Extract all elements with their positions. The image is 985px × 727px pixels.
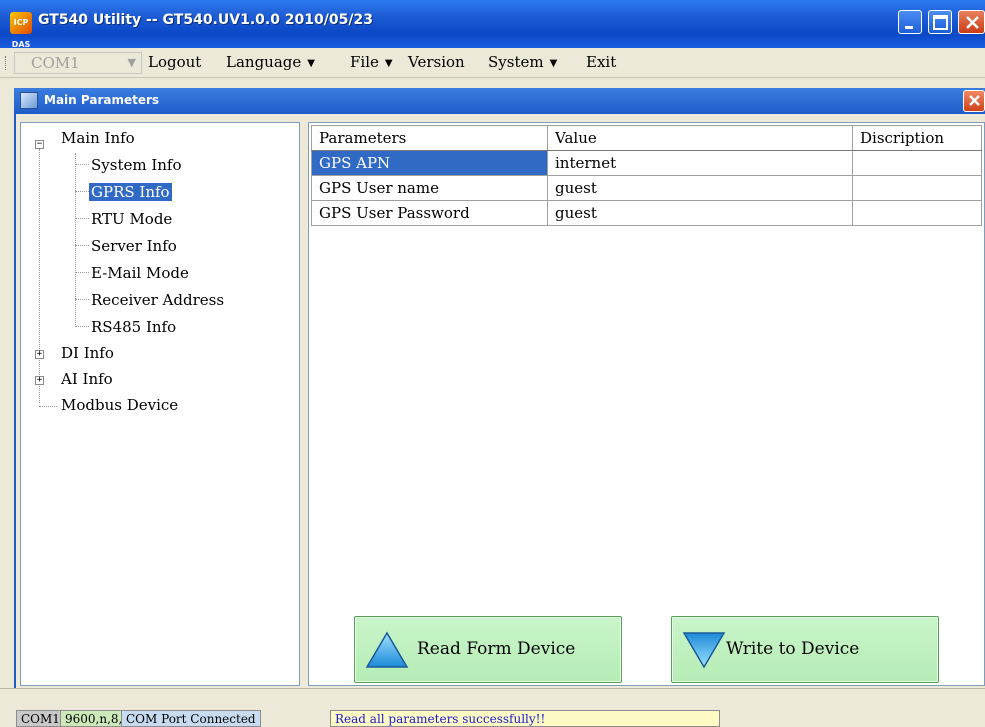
column-header-value[interactable]: Value bbox=[547, 125, 853, 151]
param-cell[interactable]: GPS User name bbox=[311, 175, 548, 201]
table-row[interactable]: GPS User Password guest bbox=[311, 200, 982, 226]
minimize-button[interactable] bbox=[898, 10, 922, 34]
table-row[interactable]: GPS User name guest bbox=[311, 175, 982, 201]
parameter-table: Parameters Value Discription GPS APN int… bbox=[311, 125, 982, 226]
menu-exit[interactable]: Exit bbox=[586, 53, 616, 71]
tree-connector bbox=[39, 406, 57, 407]
menu-system-label: System bbox=[488, 53, 544, 71]
param-cell[interactable]: GPS User Password bbox=[311, 200, 548, 226]
app-logo-icon: ICP DAS bbox=[10, 12, 32, 49]
tree-item-gprs-info[interactable]: GPRS Info bbox=[89, 183, 172, 201]
tree-item-label: RTU Mode bbox=[91, 210, 173, 228]
tree-item-label: AI Info bbox=[61, 370, 113, 388]
arrow-down-icon bbox=[682, 632, 726, 669]
toolbar-grip[interactable] bbox=[5, 56, 9, 70]
tree-item-label: DI Info bbox=[61, 344, 114, 362]
window-icon bbox=[20, 92, 38, 109]
com-port-combo[interactable]: COM1 ▼ bbox=[14, 52, 142, 74]
expand-icon[interactable]: + bbox=[35, 376, 44, 385]
dropdown-arrow-icon: ▼ bbox=[549, 58, 558, 69]
dropdown-arrow-icon: ▼ bbox=[384, 58, 393, 69]
tree-item-server-info[interactable]: Server Info bbox=[91, 237, 177, 255]
menu-bar: COM1 ▼ Logout Language ▼ File ▼ Version Sy… bbox=[0, 48, 985, 78]
column-header-parameters[interactable]: Parameters bbox=[311, 125, 548, 151]
tree-item-label: System Info bbox=[91, 156, 182, 174]
tree-item-ai-info[interactable]: AI Info bbox=[61, 370, 113, 388]
status-message: Read all parameters successfully!! bbox=[330, 710, 720, 727]
value-cell[interactable]: internet bbox=[547, 150, 853, 176]
tree-connector bbox=[75, 272, 89, 273]
parameter-grid[interactable]: Parameters Value Discription GPS APN int… bbox=[308, 122, 985, 686]
menu-logout[interactable]: Logout bbox=[148, 53, 201, 71]
write-button-label: Write to Device bbox=[726, 639, 860, 659]
tree-item-label: E-Mail Mode bbox=[91, 264, 189, 282]
maximize-button[interactable] bbox=[928, 10, 952, 34]
chevron-down-icon: ▼ bbox=[127, 56, 136, 69]
description-cell[interactable] bbox=[852, 200, 982, 226]
tree-connector bbox=[75, 153, 76, 327]
menu-language[interactable]: Language ▼ bbox=[226, 53, 317, 71]
tree-item-label: Receiver Address bbox=[91, 291, 225, 309]
menu-system[interactable]: System ▼ bbox=[488, 53, 559, 71]
param-cell[interactable]: GPS APN bbox=[311, 150, 548, 176]
write-to-device-button[interactable]: Write to Device bbox=[671, 616, 939, 683]
description-cell[interactable] bbox=[852, 150, 982, 176]
tree-item-email-mode[interactable]: E-Mail Mode bbox=[91, 264, 189, 282]
tree-item-label: GPRS Info bbox=[89, 183, 172, 201]
tree-item-label: Main Info bbox=[61, 129, 135, 147]
tree-item-system-info[interactable]: System Info bbox=[91, 156, 182, 174]
arrow-up-icon bbox=[365, 631, 409, 668]
tree-connector bbox=[75, 191, 89, 192]
table-header-row: Parameters Value Discription bbox=[311, 125, 982, 151]
tree-connector bbox=[75, 218, 89, 219]
menu-version[interactable]: Version bbox=[408, 53, 465, 71]
close-button[interactable] bbox=[958, 10, 985, 34]
menu-file-label: File bbox=[350, 53, 379, 71]
collapse-icon[interactable]: − bbox=[35, 140, 44, 149]
tree-connector bbox=[75, 326, 89, 327]
tree-connector bbox=[75, 164, 89, 165]
value-cell[interactable]: guest bbox=[547, 175, 853, 201]
tree-item-rs485-info[interactable]: RS485 Info bbox=[91, 318, 176, 336]
status-connection: COM Port Connected bbox=[121, 710, 261, 727]
close-icon bbox=[969, 95, 980, 106]
tree-item-main-info[interactable]: Main Info bbox=[61, 129, 135, 147]
value-cell[interactable]: guest bbox=[547, 200, 853, 226]
tree-item-receiver-address[interactable]: Receiver Address bbox=[91, 291, 224, 309]
tree-item-label: Modbus Device bbox=[61, 396, 179, 414]
child-close-button[interactable] bbox=[963, 90, 985, 112]
child-window-title-bar: Main Parameters bbox=[14, 88, 985, 114]
com-port-value: COM1 bbox=[31, 54, 80, 72]
child-window-title: Main Parameters bbox=[44, 93, 160, 107]
menu-file[interactable]: File ▼ bbox=[350, 53, 395, 71]
minimize-icon bbox=[905, 26, 913, 29]
tree-connector bbox=[75, 245, 89, 246]
tree-item-label: RS485 Info bbox=[91, 318, 177, 336]
read-from-device-button[interactable]: Read Form Device bbox=[354, 616, 622, 683]
status-port: COM1 bbox=[16, 710, 65, 727]
read-button-label: Read Form Device bbox=[417, 639, 576, 659]
expand-icon[interactable]: + bbox=[35, 350, 44, 359]
close-icon bbox=[966, 16, 979, 29]
description-cell[interactable] bbox=[852, 175, 982, 201]
title-bar: ICP DAS GT540 Utility -- GT540.UV1.0.0 2… bbox=[0, 0, 985, 49]
maximize-icon bbox=[933, 15, 948, 30]
menu-language-label: Language bbox=[226, 53, 302, 71]
dropdown-arrow-icon: ▼ bbox=[307, 58, 315, 69]
parameter-tree[interactable]: − Main Info System Info GPRS Info RTU Mo… bbox=[20, 122, 300, 686]
tree-item-di-info[interactable]: DI Info bbox=[61, 344, 114, 362]
tree-connector bbox=[39, 149, 40, 403]
tree-item-label: Server Info bbox=[91, 237, 177, 255]
tree-item-rtu-mode[interactable]: RTU Mode bbox=[91, 210, 172, 228]
tree-item-modbus-device[interactable]: Modbus Device bbox=[61, 396, 178, 414]
window-title: GT540 Utility -- GT540.UV1.0.0 2010/05/2… bbox=[38, 12, 373, 28]
tree-connector bbox=[75, 299, 89, 300]
table-row[interactable]: GPS APN internet bbox=[311, 150, 982, 176]
column-header-description[interactable]: Discription bbox=[852, 125, 982, 151]
status-bar: COM1 9600,n,8,1 COM Port Connected Read … bbox=[0, 688, 985, 727]
